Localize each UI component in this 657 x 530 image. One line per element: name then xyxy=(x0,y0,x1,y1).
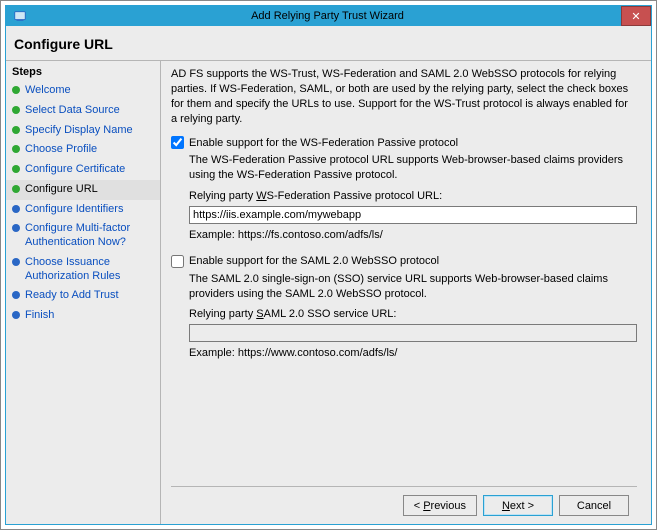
saml-field-label: Relying party SAML 2.0 SSO service URL: xyxy=(189,307,637,322)
window-title: Add Relying Party Trust Wizard xyxy=(34,10,651,22)
steps-heading: Steps xyxy=(6,65,160,81)
cancel-button[interactable]: Cancel xyxy=(559,495,629,516)
saml-desc: The SAML 2.0 single-sign-on (SSO) servic… xyxy=(189,272,637,302)
saml-example: Example: https://www.contoso.com/adfs/ls… xyxy=(189,346,637,361)
step-item-8[interactable]: Choose Issuance Authorization Rules xyxy=(6,253,160,287)
step-label: Choose Issuance Authorization Rules xyxy=(25,256,154,284)
wsfed-checkbox[interactable] xyxy=(171,136,184,149)
step-item-4[interactable]: Configure Certificate xyxy=(6,160,160,180)
step-bullet-icon xyxy=(12,106,20,114)
step-bullet-icon xyxy=(12,291,20,299)
step-bullet-icon xyxy=(12,165,20,173)
step-label: Choose Profile xyxy=(25,143,97,157)
wsfed-url-input[interactable] xyxy=(189,206,637,224)
wsfed-example: Example: https://fs.contoso.com/adfs/ls/ xyxy=(189,228,637,243)
step-label: Select Data Source xyxy=(25,104,120,118)
step-label: Specify Display Name xyxy=(25,124,133,138)
wizard-window: Add Relying Party Trust Wizard ✕ Configu… xyxy=(5,5,652,525)
step-bullet-icon xyxy=(12,224,20,232)
step-bullet-icon xyxy=(12,145,20,153)
close-button[interactable]: ✕ xyxy=(621,6,651,26)
close-icon: ✕ xyxy=(631,10,640,23)
step-bullet-icon xyxy=(12,86,20,94)
wsfed-field-label: Relying party WS-Federation Passive prot… xyxy=(189,189,637,204)
step-item-2[interactable]: Specify Display Name xyxy=(6,121,160,141)
step-item-6[interactable]: Configure Identifiers xyxy=(6,200,160,220)
step-bullet-icon xyxy=(12,258,20,266)
step-bullet-icon xyxy=(12,311,20,319)
saml-checkbox-label: Enable support for the SAML 2.0 WebSSO p… xyxy=(189,255,439,267)
step-item-5[interactable]: Configure URL xyxy=(6,180,160,200)
intro-text: AD FS supports the WS-Trust, WS-Federati… xyxy=(171,67,637,126)
wsfed-checkbox-label: Enable support for the WS-Federation Pas… xyxy=(189,137,458,149)
step-label: Configure Multi-factor Authentication No… xyxy=(25,222,154,250)
button-row: < Previous Next > Cancel xyxy=(171,486,637,524)
step-label: Configure Certificate xyxy=(25,163,125,177)
step-bullet-icon xyxy=(12,185,20,193)
step-bullet-icon xyxy=(12,126,20,134)
content-area: AD FS supports the WS-Trust, WS-Federati… xyxy=(161,61,651,524)
app-icon xyxy=(6,9,34,23)
titlebar: Add Relying Party Trust Wizard ✕ xyxy=(6,6,651,26)
step-item-7[interactable]: Configure Multi-factor Authentication No… xyxy=(6,219,160,253)
step-item-3[interactable]: Choose Profile xyxy=(6,140,160,160)
wsfed-block: The WS-Federation Passive protocol URL s… xyxy=(189,153,637,242)
step-item-0[interactable]: Welcome xyxy=(6,81,160,101)
step-item-9[interactable]: Ready to Add Trust xyxy=(6,286,160,306)
steps-panel: Steps Welcome Select Data Source Specify D… xyxy=(6,61,161,524)
step-label: Configure URL xyxy=(25,183,98,197)
saml-checkbox[interactable] xyxy=(171,255,184,268)
step-item-10[interactable]: Finish xyxy=(6,306,160,326)
saml-checkbox-row[interactable]: Enable support for the SAML 2.0 WebSSO p… xyxy=(171,255,637,268)
previous-button[interactable]: < Previous xyxy=(403,495,477,516)
wsfed-checkbox-row[interactable]: Enable support for the WS-Federation Pas… xyxy=(171,136,637,149)
saml-url-input xyxy=(189,324,637,342)
step-label: Configure Identifiers xyxy=(25,203,123,217)
wsfed-desc: The WS-Federation Passive protocol URL s… xyxy=(189,153,637,183)
step-label: Welcome xyxy=(25,84,71,98)
step-label: Ready to Add Trust xyxy=(25,289,119,303)
page-title: Configure URL xyxy=(6,26,651,61)
saml-block: The SAML 2.0 single-sign-on (SSO) servic… xyxy=(189,272,637,361)
step-bullet-icon xyxy=(12,205,20,213)
step-item-1[interactable]: Select Data Source xyxy=(6,101,160,121)
step-label: Finish xyxy=(25,309,54,323)
next-button[interactable]: Next > xyxy=(483,495,553,516)
